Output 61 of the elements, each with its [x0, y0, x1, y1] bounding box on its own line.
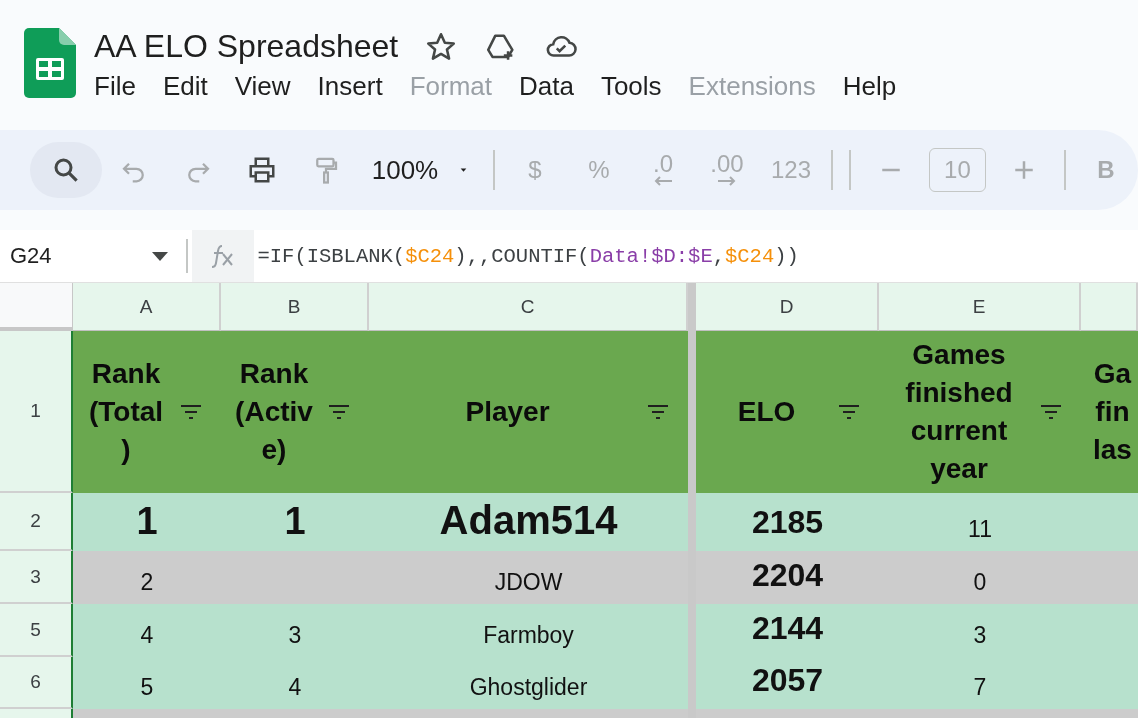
row-header[interactable]: 6 — [0, 657, 73, 709]
column-header[interactable]: D — [696, 283, 879, 331]
row-header[interactable]: 5 — [0, 604, 73, 657]
filter-icon[interactable] — [1039, 404, 1063, 420]
column-title: Player — [464, 395, 551, 429]
row-header[interactable] — [0, 709, 73, 718]
column-header[interactable]: B — [221, 283, 369, 331]
zoom-level: 100% — [371, 154, 439, 186]
decimal-label: .0 — [653, 153, 674, 175]
formula-text[interactable]: =IF(ISBLANK($C24),,COUNTIF(Data!$D:$E,$C24)) — [253, 244, 799, 268]
column-title: Rank (Total ) — [87, 357, 165, 467]
column-header[interactable] — [1081, 283, 1138, 331]
table-cell[interactable]: 4 — [221, 657, 369, 709]
table-cell[interactable]: 1 — [221, 493, 369, 551]
column-title: ELO — [736, 395, 797, 429]
table-cell[interactable]: 5 — [73, 657, 221, 709]
menu-item[interactable]: File — [80, 69, 149, 106]
column-header[interactable]: A — [73, 283, 221, 331]
table-cell[interactable]: 3 — [221, 604, 369, 657]
select-all-corner[interactable] — [0, 283, 73, 331]
menu-item[interactable]: Tools — [586, 69, 675, 106]
table-cell[interactable]: 2204 — [696, 551, 879, 604]
document-title[interactable]: AA ELO Spreadsheet — [94, 28, 399, 65]
table-cell[interactable]: 3 — [879, 604, 1081, 657]
table-cell[interactable]: 2144 — [696, 604, 879, 657]
table-cell[interactable]: 2057 — [696, 657, 879, 709]
table-cell[interactable]: 4 — [73, 604, 221, 657]
caret-icon[interactable] — [150, 250, 170, 262]
table-cell[interactable]: Farmboy — [369, 604, 688, 657]
filter-icon[interactable] — [179, 404, 203, 420]
filter-icon[interactable] — [646, 404, 670, 420]
column-title: Rank (Activ e) — [234, 357, 314, 467]
column-title: Games finished current year — [904, 338, 1014, 486]
table-cell[interactable]: 2185 — [696, 493, 879, 551]
table-cell[interactable]: Adam514 — [369, 493, 688, 551]
table-cell[interactable]: 7 — [879, 657, 1081, 709]
decimal-label: .00 — [710, 153, 744, 175]
name-box[interactable]: G24 — [0, 243, 150, 269]
table-cell[interactable]: Ghostglider — [369, 657, 688, 709]
row-header[interactable]: 1 — [0, 331, 73, 493]
column-header[interactable]: C — [369, 283, 688, 331]
table-cell[interactable] — [1081, 493, 1138, 551]
zoom-select[interactable]: 100% — [357, 142, 486, 198]
row-header[interactable]: 3 — [0, 551, 73, 604]
menu-item[interactable]: Data — [505, 69, 587, 106]
table-cell[interactable]: 1 — [73, 493, 221, 551]
filter-icon[interactable] — [327, 404, 351, 420]
menu-item[interactable]: View — [220, 69, 304, 106]
column-header[interactable]: E — [879, 283, 1081, 331]
menu-item[interactable]: Edit — [148, 69, 221, 106]
column-title: Ga fin las — [1093, 357, 1132, 467]
sheets-logo-icon[interactable] — [24, 28, 76, 98]
menu-item[interactable]: Help — [828, 69, 910, 106]
table-cell[interactable]: 11 — [879, 493, 1081, 551]
filter-icon[interactable] — [837, 404, 861, 420]
menu-item[interactable]: Insert — [303, 69, 396, 106]
arrow-icon — [652, 175, 675, 187]
table-cell[interactable]: 2 — [73, 551, 221, 604]
table-cell[interactable]: 0 — [879, 551, 1081, 604]
row-header[interactable]: 2 — [0, 493, 73, 551]
table-cell[interactable]: JDOW — [369, 551, 688, 604]
